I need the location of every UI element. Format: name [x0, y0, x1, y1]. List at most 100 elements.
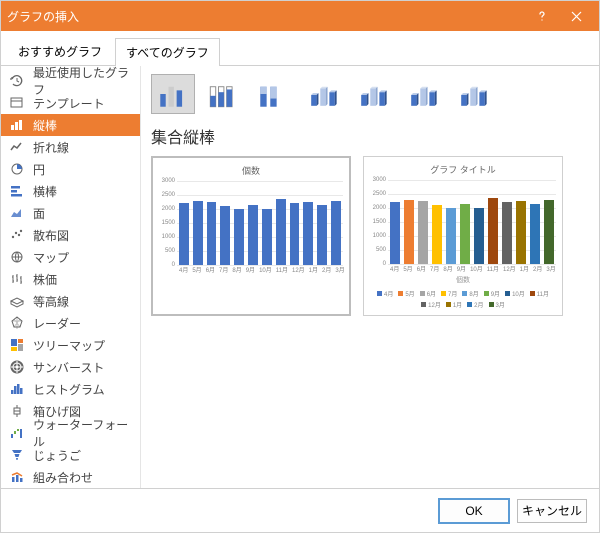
category-combo[interactable]: 組み合わせ	[1, 466, 140, 488]
bar	[276, 199, 286, 265]
subtype-0[interactable]	[151, 74, 195, 114]
combo-icon	[9, 469, 25, 485]
legend: 4月5月6月7月8月9月10月11月12月1月2月3月	[368, 289, 558, 309]
radar-icon	[9, 315, 25, 331]
subtype-5[interactable]	[401, 74, 445, 114]
category-sunburst[interactable]: サンバースト	[1, 356, 140, 378]
preview-row: 個数 050010001500200025003000 4月5月6月7月8月9月…	[151, 156, 589, 316]
template-icon	[9, 95, 25, 111]
category-label: 面	[33, 205, 45, 222]
bar	[317, 205, 327, 265]
bar	[502, 202, 512, 264]
dialog-title: グラフの挿入	[7, 8, 525, 25]
bar	[516, 201, 526, 264]
histogram-icon	[9, 381, 25, 397]
main-panel: 集合縦棒 個数 050010001500200025003000 4月5月6月7…	[141, 66, 599, 488]
waterfall-icon	[9, 425, 25, 441]
category-label: レーダー	[33, 315, 81, 332]
insert-chart-dialog: グラフの挿入 おすすめグラフ すべてのグラフ 最近使用したグラフテンプレート縦棒…	[0, 0, 600, 533]
category-label: テンプレート	[33, 95, 105, 112]
tab-bar: おすすめグラフ すべてのグラフ	[1, 31, 599, 66]
bar	[179, 203, 189, 265]
help-button[interactable]	[525, 1, 559, 31]
category-area[interactable]: 面	[1, 202, 140, 224]
category-surface[interactable]: 等高線	[1, 290, 140, 312]
chart-area: 050010001500200025003000	[368, 180, 558, 264]
subtype-6[interactable]	[451, 74, 495, 114]
boxplot-icon	[9, 403, 25, 419]
category-pie[interactable]: 円	[1, 158, 140, 180]
subtype-4[interactable]	[351, 74, 395, 114]
tab-recommended[interactable]: おすすめグラフ	[7, 37, 113, 65]
tab-all[interactable]: すべてのグラフ	[115, 38, 220, 66]
category-label: 最近使用したグラフ	[33, 66, 132, 98]
bar	[460, 204, 470, 264]
category-waterfall[interactable]: ウォーターフォール	[1, 422, 140, 444]
category-label: ツリーマップ	[33, 337, 105, 354]
bar	[331, 201, 341, 265]
dialog-body: 最近使用したグラフテンプレート縦棒折れ線円横棒面散布図マップ株価等高線レーダーツ…	[1, 66, 599, 488]
category-label: じょうご	[33, 447, 81, 464]
bar	[530, 204, 540, 264]
category-label: 組み合わせ	[33, 469, 93, 486]
scatter-icon	[9, 227, 25, 243]
category-label: 株価	[33, 271, 57, 288]
category-label: 等高線	[33, 293, 69, 310]
bar	[193, 201, 203, 265]
bar	[262, 209, 272, 265]
category-scatter[interactable]: 散布図	[1, 224, 140, 246]
category-label: マップ	[33, 249, 69, 266]
x-labels: 4月5月6月7月8月9月10月11月12月1月2月3月	[368, 264, 558, 273]
bar	[474, 208, 484, 264]
category-radar[interactable]: レーダー	[1, 312, 140, 334]
subtype-1[interactable]	[201, 74, 245, 114]
bar-icon	[9, 183, 25, 199]
bar	[404, 200, 414, 264]
x-labels: 4月5月6月7月8月9月10月11月12月1月2月3月	[157, 265, 345, 274]
bar	[290, 203, 300, 265]
category-stock[interactable]: 株価	[1, 268, 140, 290]
bar	[207, 202, 217, 265]
dialog-footer: OK キャンセル	[1, 488, 599, 532]
category-label: ウォーターフォール	[33, 416, 132, 450]
close-button[interactable]	[559, 1, 593, 31]
category-label: 縦棒	[33, 117, 57, 134]
category-sidebar: 最近使用したグラフテンプレート縦棒折れ線円横棒面散布図マップ株価等高線レーダーツ…	[1, 66, 141, 488]
pie-icon	[9, 161, 25, 177]
category-label: ヒストグラム	[33, 381, 105, 398]
subtype-2[interactable]	[251, 74, 295, 114]
category-histogram[interactable]: ヒストグラム	[1, 378, 140, 400]
bar	[432, 205, 442, 264]
funnel-icon	[9, 447, 25, 463]
category-label: 散布図	[33, 227, 69, 244]
category-line[interactable]: 折れ線	[1, 136, 140, 158]
category-column[interactable]: 縦棒	[1, 114, 140, 136]
column-icon	[9, 117, 25, 133]
bar	[446, 208, 456, 264]
category-label: サンバースト	[33, 359, 104, 376]
treemap-icon	[9, 337, 25, 353]
bar	[390, 202, 400, 264]
bar	[418, 201, 428, 264]
category-treemap[interactable]: ツリーマップ	[1, 334, 140, 356]
bar	[544, 200, 554, 264]
bar	[303, 202, 313, 265]
subtype-3[interactable]	[301, 74, 345, 114]
cancel-button[interactable]: キャンセル	[517, 499, 587, 523]
preview-0[interactable]: 個数 050010001500200025003000 4月5月6月7月8月9月…	[151, 156, 351, 316]
category-label: 円	[33, 161, 45, 178]
ok-button[interactable]: OK	[439, 499, 509, 523]
category-map[interactable]: マップ	[1, 246, 140, 268]
bar	[488, 198, 498, 264]
recent-icon	[9, 73, 25, 89]
bar	[220, 206, 230, 265]
bar	[248, 205, 258, 265]
preview-1[interactable]: グラフ タイトル 050010001500200025003000 4月5月6月…	[363, 156, 563, 316]
chart-type-title: 集合縦棒	[151, 124, 589, 148]
bar	[234, 209, 244, 265]
sunburst-icon	[9, 359, 25, 375]
category-recent[interactable]: 最近使用したグラフ	[1, 70, 140, 92]
map-icon	[9, 249, 25, 265]
category-bar[interactable]: 横棒	[1, 180, 140, 202]
line-icon	[9, 139, 25, 155]
